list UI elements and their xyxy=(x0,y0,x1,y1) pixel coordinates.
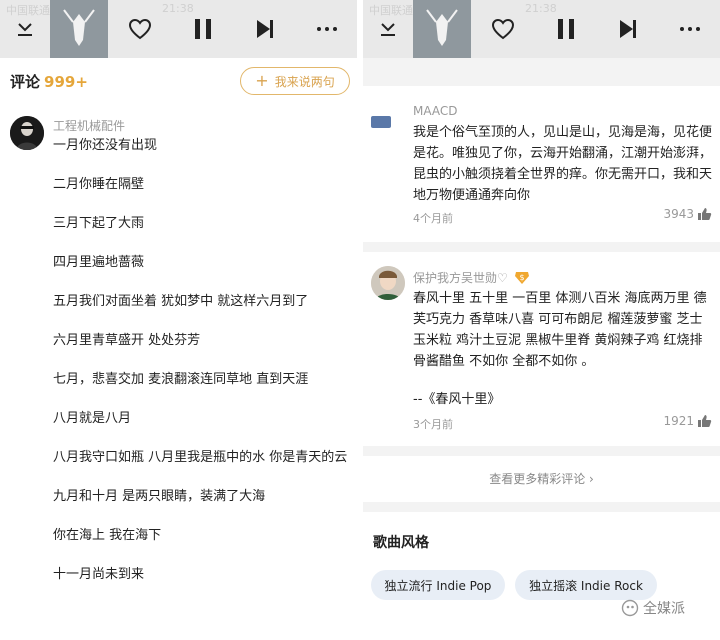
more-comments-row: 查看更多精彩评论 › xyxy=(363,456,720,502)
comment-card: 保护我方吴世勋♡ $ 春风十里 五十里 一百里 体测八百米 海底两万里 德芙巧克… xyxy=(363,252,720,446)
comment-time: 4个月前 xyxy=(413,212,453,225)
comment-line: 九月和十月 是两只眼睛，装满了大海 xyxy=(53,489,266,504)
comment-username[interactable]: MAACD xyxy=(413,104,458,118)
song-style-section: 歌曲风格 独立流行 Indie Pop 独立摇滚 Indie Rock xyxy=(363,512,720,640)
song-style-title: 歌曲风格 xyxy=(373,535,429,551)
comment-line: 十一月尚未到来 xyxy=(53,567,145,582)
like-button[interactable]: 3943 xyxy=(663,207,712,221)
like-count: 1921 xyxy=(663,414,694,428)
comment-username-row[interactable]: 保护我方吴世勋♡ $ xyxy=(413,269,530,286)
more-comments-link[interactable]: 查看更多精彩评论 › xyxy=(363,470,720,487)
comment-quote: --《春风十里》 xyxy=(413,392,501,407)
comment-username: 保护我方吴世勋♡ xyxy=(413,271,508,285)
heart-icon[interactable] xyxy=(488,15,518,43)
comment-username[interactable]: 工程机械配件 xyxy=(53,117,125,134)
left-comments-screen: 中国联通 21:38 评论 999+ + 我来说两句 工程机械配件 一月你还没有… xyxy=(0,0,357,640)
avatar[interactable] xyxy=(371,266,405,300)
comment-text: 春风十里 五十里 一百里 体测八百米 海底两万里 德芙巧克力 香草味八喜 可可布… xyxy=(413,291,707,369)
next-track-icon[interactable] xyxy=(613,15,643,43)
comments-count: 999+ xyxy=(44,73,88,91)
more-icon[interactable] xyxy=(312,15,342,43)
pause-icon[interactable] xyxy=(551,15,581,43)
watermark-text: 全媒派 xyxy=(643,601,685,617)
plus-icon: + xyxy=(255,71,269,90)
thumbs-up-icon xyxy=(698,208,712,220)
chevron-down-icon[interactable] xyxy=(10,15,40,43)
vip-badge-icon: $ xyxy=(514,271,530,285)
comment-card: MAACD 我是个俗气至顶的人，见山是山，见海是海，见花便是花。唯独见了你，云海… xyxy=(363,86,720,242)
comment-line: 七月，悲喜交加 麦浪翻滚连同草地 直到天涯 xyxy=(53,372,309,387)
comment-text: 一月你还没有出现 二月你睡在隔壁 三月下起了大雨 四月里遍地蔷薇 五月我们对面坐… xyxy=(53,134,349,585)
comment-line: 六月里青草盛开 处处芬芳 xyxy=(53,333,201,348)
chevron-down-icon[interactable] xyxy=(373,15,403,43)
next-track-icon[interactable] xyxy=(250,15,280,43)
pause-icon[interactable] xyxy=(188,15,218,43)
thumbs-up-icon xyxy=(698,415,712,427)
comments-title: 评论 xyxy=(10,73,41,91)
avatar[interactable] xyxy=(10,116,44,150)
comment-text: 我是个俗气至顶的人，见山是山，见海是海，见花便是花。唯独见了你，云海开始翻涌，江… xyxy=(413,125,713,203)
right-comments-screen: 中国联通 21:38 MAACD 我是个俗气至顶的人，见山是山，见海是海，见花便… xyxy=(363,0,720,640)
watermark-logo-icon xyxy=(621,599,639,617)
like-button[interactable]: 1921 xyxy=(663,414,712,428)
comment-time: 3个月前 xyxy=(413,418,453,431)
write-comment-label: 我来说两句 xyxy=(274,74,335,89)
player-bar: 中国联通 21:38 xyxy=(0,0,357,58)
player-bar: 中国联通 21:38 xyxy=(363,0,720,58)
svg-text:$: $ xyxy=(519,273,524,282)
style-tag-indie-pop[interactable]: 独立流行 Indie Pop xyxy=(371,570,505,600)
heart-icon[interactable] xyxy=(125,15,155,43)
avatar[interactable] xyxy=(371,116,391,128)
comment-line: 八月我守口如瓶 八月里我是瓶中的水 你是青天的云 xyxy=(53,450,348,465)
watermark: 全媒派 xyxy=(621,598,685,618)
time-label: 21:38 xyxy=(162,2,194,15)
comment-line: 四月里遍地蔷薇 xyxy=(53,255,145,270)
comment-line: 三月下起了大雨 xyxy=(53,216,145,231)
comments-header: 评论 999+ xyxy=(10,71,88,92)
comment-line: 一月你还没有出现 xyxy=(53,138,158,153)
time-label: 21:38 xyxy=(525,2,557,15)
comment-line: 八月就是八月 xyxy=(53,411,132,426)
comment-line: 五月我们对面坐着 犹如梦中 就这样六月到了 xyxy=(53,294,309,309)
write-comment-button[interactable]: + 我来说两句 xyxy=(240,67,350,95)
comment-line: 二月你睡在隔壁 xyxy=(53,177,145,192)
album-cover[interactable] xyxy=(413,0,471,58)
style-tag-indie-rock[interactable]: 独立摇滚 Indie Rock xyxy=(515,570,657,600)
like-count: 3943 xyxy=(663,207,694,221)
more-icon[interactable] xyxy=(675,15,705,43)
comment-line: 你在海上 我在海下 xyxy=(53,528,162,543)
album-cover[interactable] xyxy=(50,0,108,58)
